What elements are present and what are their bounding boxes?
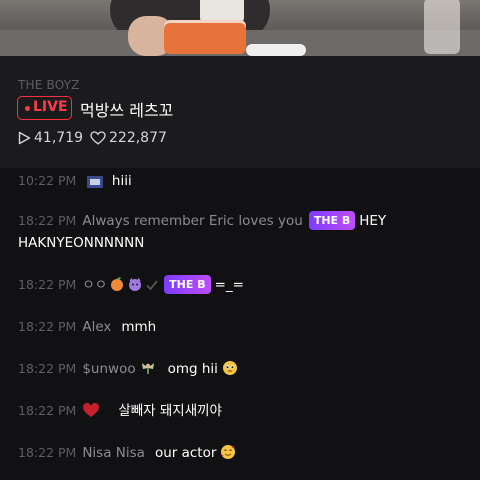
video-bottle	[424, 0, 460, 54]
video-cup	[200, 0, 244, 22]
video-preview[interactable]	[0, 0, 480, 56]
chat-timestamp: 18:22 PM	[18, 403, 77, 418]
chat-message: 10:22 PM hiii	[18, 170, 472, 195]
like-count-value: 222,877	[109, 130, 167, 146]
video-food-bowl	[164, 20, 246, 54]
chat-message: 18:22 PM ㅇㅇ THE B =_=	[18, 274, 472, 299]
chat-timestamp: 18:22 PM	[18, 361, 77, 376]
peach-emoji-icon	[109, 276, 125, 299]
chat-text: mmh	[121, 319, 157, 335]
live-badge: LIVE	[17, 96, 72, 120]
fairy-emoji-icon	[140, 360, 156, 383]
chat-timestamp: 18:22 PM	[18, 319, 77, 334]
smiling-face-with-hearts-icon	[220, 444, 236, 467]
devil-emoji-icon	[127, 276, 143, 299]
play-count: 41,719	[18, 128, 83, 148]
pleading-face-icon	[222, 360, 238, 383]
like-count: 222,877	[90, 128, 167, 148]
chat-message: 18:22 PM 살빼자 돼지새끼야	[18, 400, 472, 425]
flag-icon	[86, 173, 103, 195]
play-count-value: 41,719	[34, 130, 83, 146]
member-badge: THE B	[308, 211, 356, 230]
chat-text: hiii	[111, 173, 132, 189]
chat-timestamp: 18:22 PM	[18, 277, 77, 292]
video-napkin	[246, 44, 306, 56]
chat-timestamp: 18:22 PM	[18, 445, 77, 460]
chat-list[interactable]: 10:22 PM hiii 18:22 PM Always remember Er…	[0, 168, 480, 480]
chat-message: 18:22 PM $unwoo omg hii	[18, 358, 472, 383]
heart-emoji-icon	[82, 402, 100, 425]
chat-timestamp: 18:22 PM	[18, 213, 77, 228]
chat-username[interactable]: Alex	[82, 319, 111, 335]
chat-username[interactable]: Always remember Eric loves you	[82, 213, 302, 229]
channel-name[interactable]: THE BOYZ	[18, 78, 80, 92]
stream-title: 먹방쓰 레츠꼬	[80, 101, 174, 120]
stream-info-panel: THE BOYZ LIVE 먹방쓰 레츠꼬 41,719 222,877	[0, 56, 480, 168]
heart-outline-icon	[90, 131, 106, 145]
chat-text: 살빼자 돼지새끼야	[118, 403, 222, 419]
chat-timestamp: 10:22 PM	[18, 173, 77, 188]
chat-message: 18:22 PM Alex mmh	[18, 316, 472, 338]
chat-message: 18:22 PM Always remember Eric loves you TH…	[18, 210, 472, 254]
red-dot-icon	[25, 106, 30, 111]
member-badge: THE B	[164, 275, 211, 294]
chat-text: our actor	[154, 445, 217, 461]
chat-username[interactable]: $unwoo	[82, 361, 135, 377]
chat-text: omg hii	[167, 361, 218, 377]
check-mark-icon	[145, 277, 159, 299]
play-triangle-icon	[18, 131, 31, 145]
chat-text: =_=	[214, 277, 244, 293]
chat-username[interactable]: Nisa Nisa	[82, 445, 145, 461]
chat-message: 18:22 PM Nisa Nisa our actor	[18, 442, 472, 467]
live-label: LIVE	[33, 99, 68, 115]
chat-username[interactable]: ㅇㅇ	[82, 277, 107, 293]
